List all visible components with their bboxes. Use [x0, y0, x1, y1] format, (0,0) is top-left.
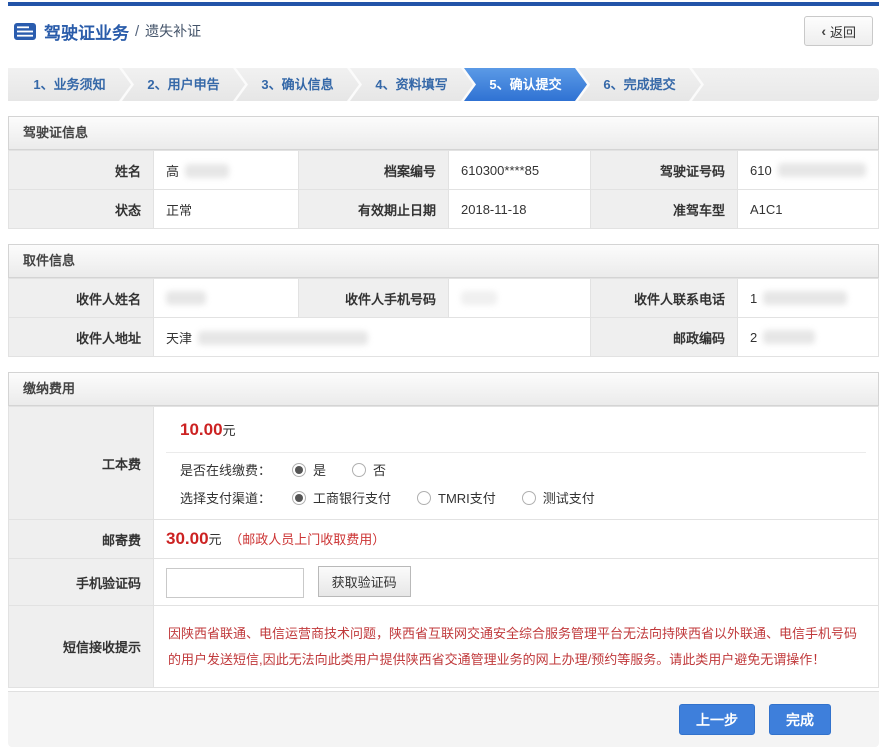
sms-notice-row: 短信接收提示 因陕西省联通、电信运营商技术问题，陕西省互联网交通安全综合服务管理… — [9, 606, 879, 688]
name-label: 姓名 — [9, 151, 154, 190]
sms-code-label: 手机验证码 — [9, 559, 154, 606]
work-fee-unit: 元 — [223, 423, 236, 438]
pay-channel-question: 选择支付渠道： — [180, 488, 292, 507]
postcode-label: 邮政编码 — [591, 318, 738, 357]
vehicle-class-value: A1C1 — [738, 190, 879, 229]
online-pay-question-row: 是否在线缴费： 是 否 — [166, 453, 866, 481]
finish-button[interactable]: 完成 — [769, 704, 831, 735]
post-fee-row: 邮寄费 30.00元 （邮政人员上门收取费用） — [9, 520, 879, 559]
redacted-value — [778, 163, 866, 177]
step-3-confirm-info[interactable]: 3、确认信息 — [236, 68, 359, 101]
postcode-value: 2 — [738, 318, 879, 357]
recipient-name-value — [154, 279, 299, 318]
step-progress-bar: 1、业务须知 2、用户申告 3、确认信息 4、资料填写 5、确认提交 6、完成提… — [8, 68, 879, 101]
back-button[interactable]: ‹ 返回 — [804, 16, 873, 46]
work-fee-row: 工本费 10.00元 是否在线缴费： 是 否 选择支付渠道： 工商银行支付 TM… — [9, 407, 879, 520]
radio-selected-icon[interactable] — [292, 491, 306, 505]
step-4-fill-data[interactable]: 4、资料填写 — [350, 68, 473, 101]
license-section-title: 驾驶证信息 — [8, 116, 879, 150]
status-label: 状态 — [9, 190, 154, 229]
pay-channel-question-row: 选择支付渠道： 工商银行支付 TMRI支付 测试支付 — [166, 481, 866, 519]
redacted-value — [198, 331, 368, 345]
license-no-label: 驾驶证号码 — [591, 151, 738, 190]
step-5-confirm-submit[interactable]: 5、确认提交 — [464, 68, 587, 101]
table-row: 收件人地址 天津 邮政编码 2 — [9, 318, 879, 357]
pay-channel-option-icbc[interactable]: 工商银行支付 — [292, 488, 391, 507]
license-info-table: 姓名 高 档案编号 610300****85 驾驶证号码 610 状态 正常 有… — [8, 150, 879, 229]
post-fee-note: （邮政人员上门收取费用） — [229, 532, 385, 547]
recipient-address-label: 收件人地址 — [9, 318, 154, 357]
file-no-value: 610300****85 — [449, 151, 591, 190]
online-pay-option-yes[interactable]: 是 — [292, 460, 326, 479]
redacted-value — [763, 330, 815, 344]
table-row: 收件人姓名 收件人手机号码 收件人联系电话 1 — [9, 279, 879, 318]
work-fee-label: 工本费 — [9, 407, 154, 520]
sms-notice-text: 因陕西省联通、电信运营商技术问题，陕西省互联网交通安全综合服务管理平台无法向持陕… — [168, 621, 864, 673]
list-icon — [14, 23, 36, 40]
redacted-value — [763, 291, 847, 305]
get-code-button[interactable]: 获取验证码 — [318, 566, 411, 597]
footer-action-bar: 上一步 完成 — [8, 691, 879, 747]
radio-unselected-icon[interactable] — [417, 491, 431, 505]
recipient-mobile-label: 收件人手机号码 — [299, 279, 449, 318]
name-value: 高 — [154, 151, 299, 190]
file-no-label: 档案编号 — [299, 151, 449, 190]
step-6-finish-submit[interactable]: 6、完成提交 — [578, 68, 701, 101]
sms-code-row: 手机验证码 获取验证码 — [9, 559, 879, 606]
radio-unselected-icon[interactable] — [522, 491, 536, 505]
recipient-name-label: 收件人姓名 — [9, 279, 154, 318]
recipient-mobile-value — [449, 279, 591, 318]
breadcrumb-separator: / — [135, 23, 139, 40]
pickup-info-table: 收件人姓名 收件人手机号码 收件人联系电话 1 收件人地址 天津 邮政编码 2 — [8, 278, 879, 357]
work-fee-amount: 10.00 — [180, 420, 223, 439]
sms-code-input[interactable] — [166, 568, 304, 598]
back-button-label: 返回 — [830, 22, 856, 41]
step-2-user-declaration[interactable]: 2、用户申告 — [122, 68, 245, 101]
redacted-value — [185, 164, 229, 178]
recipient-phone-label: 收件人联系电话 — [591, 279, 738, 318]
fees-table: 工本费 10.00元 是否在线缴费： 是 否 选择支付渠道： 工商银行支付 TM… — [8, 406, 879, 688]
fees-section-title: 缴纳费用 — [8, 372, 879, 406]
work-fee-content: 10.00元 是否在线缴费： 是 否 选择支付渠道： 工商银行支付 TMRI支付… — [154, 407, 879, 520]
page: 驾驶证业务 / 遗失补证 ‹ 返回 1、业务须知 2、用户申告 3、确认信息 4… — [0, 2, 887, 747]
online-pay-question: 是否在线缴费： — [180, 460, 292, 479]
step-bar-filler — [692, 68, 879, 101]
pickup-section-title: 取件信息 — [8, 244, 879, 278]
radio-unselected-icon[interactable] — [352, 463, 366, 477]
post-fee-label: 邮寄费 — [9, 520, 154, 559]
post-fee-unit: 元 — [209, 532, 222, 547]
chevron-left-icon: ‹ — [821, 23, 826, 39]
sms-code-content: 获取验证码 — [154, 559, 879, 606]
breadcrumb-current: 遗失补证 — [145, 21, 201, 41]
sms-notice-label: 短信接收提示 — [9, 606, 154, 688]
pay-channel-option-test[interactable]: 测试支付 — [522, 488, 595, 507]
pay-channel-option-tmri[interactable]: TMRI支付 — [417, 488, 496, 507]
sms-notice-content: 因陕西省联通、电信运营商技术问题，陕西省互联网交通安全综合服务管理平台无法向持陕… — [154, 606, 879, 688]
post-fee-content: 30.00元 （邮政人员上门收取费用） — [154, 520, 879, 559]
status-value: 正常 — [154, 190, 299, 229]
redacted-value — [461, 291, 497, 305]
online-pay-option-no[interactable]: 否 — [352, 460, 386, 479]
previous-step-button[interactable]: 上一步 — [679, 704, 755, 735]
recipient-address-value: 天津 — [154, 318, 591, 357]
step-1-business-notice[interactable]: 1、业务须知 — [8, 68, 131, 101]
expiry-value: 2018-11-18 — [449, 190, 591, 229]
page-title: 驾驶证业务 — [44, 19, 129, 44]
post-fee-amount: 30.00 — [166, 529, 209, 548]
license-no-value: 610 — [738, 151, 879, 190]
table-row: 状态 正常 有效期止日期 2018-11-18 准驾车型 A1C1 — [9, 190, 879, 229]
expiry-label: 有效期止日期 — [299, 190, 449, 229]
redacted-value — [166, 291, 206, 305]
vehicle-class-label: 准驾车型 — [591, 190, 738, 229]
recipient-phone-value: 1 — [738, 279, 879, 318]
work-fee-amount-line: 10.00元 — [166, 407, 866, 453]
page-header: 驾驶证业务 / 遗失补证 ‹ 返回 — [8, 6, 879, 56]
radio-selected-icon[interactable] — [292, 463, 306, 477]
table-row: 姓名 高 档案编号 610300****85 驾驶证号码 610 — [9, 151, 879, 190]
